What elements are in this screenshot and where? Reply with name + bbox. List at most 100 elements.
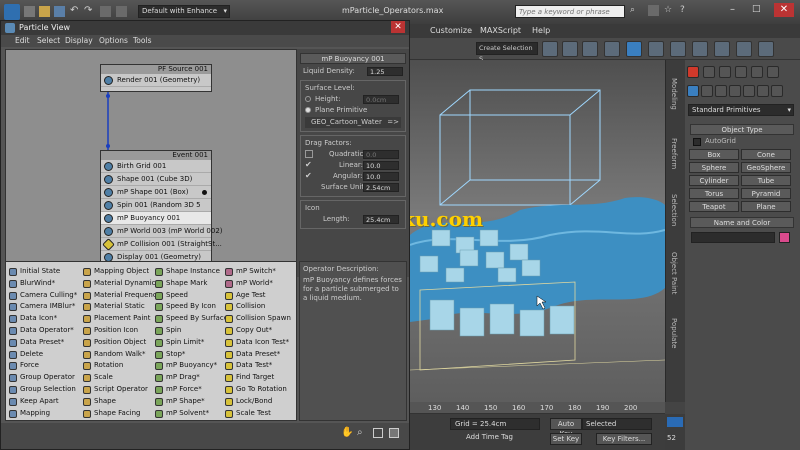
depot-item[interactable]: Go To Rotation — [224, 384, 291, 396]
menu-customize[interactable]: Customize — [430, 26, 472, 35]
pyramid-button[interactable]: Pyramid — [741, 188, 791, 199]
space-warps-icon[interactable] — [757, 85, 769, 97]
depot-item[interactable]: Collision Spawn — [224, 313, 291, 325]
pan-hand-icon[interactable]: ✋ — [341, 427, 353, 438]
redo-icon[interactable]: ↷ — [84, 5, 92, 16]
event-001-node[interactable]: Event 001 Birth Grid 001 Shape 001 (Cube… — [100, 150, 223, 278]
torus-button[interactable]: Torus — [689, 188, 739, 199]
event-graph[interactable]: PF Source 001 Render 001 (Geometry) Even… — [5, 49, 297, 278]
help-icon[interactable]: ? — [680, 5, 685, 15]
ribbon-tab-populate[interactable]: Populate — [670, 318, 678, 348]
depot-item[interactable]: Speed By Surface — [154, 313, 228, 325]
pv-menu-select[interactable]: Select — [37, 36, 60, 45]
teapot-button[interactable]: Teapot — [689, 201, 739, 212]
undo-icon[interactable]: ↶ — [70, 5, 78, 16]
close-icon[interactable]: ✕ — [391, 21, 405, 33]
menu-help[interactable]: Help — [532, 26, 550, 35]
geometry-icon[interactable] — [687, 85, 699, 97]
create-tab-icon[interactable] — [687, 66, 699, 78]
event-operator-selected[interactable]: mP Buoyancy 001 — [101, 212, 211, 225]
depot-item[interactable]: mP World* — [224, 278, 291, 290]
set-key-button[interactable]: Set Key — [550, 433, 582, 445]
workspace-dropdown[interactable]: Default with Enhance ▾ — [138, 5, 230, 18]
cone-button[interactable]: Cone — [741, 149, 791, 160]
menu-maxscript[interactable]: MAXScript — [480, 26, 521, 35]
schematic-view-icon[interactable] — [648, 41, 664, 57]
modify-tab-icon[interactable] — [703, 66, 715, 78]
zoom-extents-icon[interactable] — [389, 428, 399, 438]
event-operator[interactable]: Render 001 (Geometry) — [101, 74, 211, 87]
depot-item[interactable]: Speed — [154, 290, 228, 302]
depot-item[interactable]: Shape Facing — [82, 408, 161, 420]
angular-spinner[interactable]: 10.0 — [363, 172, 399, 181]
depot-item[interactable]: Delete — [8, 349, 77, 361]
pv-menu-tools[interactable]: Tools — [133, 36, 151, 45]
depot-item[interactable]: Rotation — [82, 360, 161, 372]
depot-item[interactable]: mP Solvent* — [154, 408, 228, 420]
current-frame[interactable]: 52 — [667, 434, 676, 442]
tube-button[interactable]: Tube — [741, 175, 791, 186]
zoom-icon[interactable]: ⌕ — [357, 427, 363, 438]
depot-item[interactable]: mP Switch* — [224, 266, 291, 278]
depot-item[interactable]: Material Dynamic — [82, 278, 161, 290]
layer-manager-icon[interactable] — [582, 41, 598, 57]
height-spinner[interactable]: 0.0cm — [363, 95, 399, 104]
utilities-tab-icon[interactable] — [767, 66, 779, 78]
depot-item[interactable]: Mapping Object — [82, 266, 161, 278]
depot-item[interactable]: mP Buoyancy* — [154, 360, 228, 372]
depot-item[interactable]: Shape Instance — [154, 266, 228, 278]
depot-item[interactable]: Copy Out* — [224, 325, 291, 337]
render-iterative-icon[interactable] — [758, 41, 774, 57]
depot-item[interactable]: BlurWind* — [8, 278, 77, 290]
depot-item[interactable]: Find Target — [224, 372, 291, 384]
depot-item[interactable]: Placement Paint — [82, 313, 161, 325]
linear-checkbox[interactable]: ✔ — [305, 159, 312, 170]
save-file-icon[interactable] — [54, 6, 65, 17]
depot-item[interactable]: Camera IMBlur* — [8, 301, 77, 313]
zoom-region-icon[interactable] — [373, 428, 383, 438]
search-icon[interactable]: ⌕ — [630, 5, 635, 15]
ribbon-tab-modeling[interactable]: Modeling — [670, 78, 678, 110]
box-button[interactable]: Box — [689, 149, 739, 160]
selection-set-dropdown[interactable]: Create Selection S — [476, 42, 538, 63]
name-color-header[interactable]: Name and Color — [690, 217, 794, 228]
depot-item[interactable]: Scale — [82, 372, 161, 384]
sphere-button[interactable]: Sphere — [689, 162, 739, 173]
angular-checkbox[interactable]: ✔ — [305, 170, 312, 181]
object-color-swatch[interactable] — [779, 232, 790, 243]
depot-item[interactable]: Data Icon Test* — [224, 337, 291, 349]
height-radio[interactable] — [305, 96, 311, 102]
plane-button[interactable]: Plane — [741, 201, 791, 212]
depot-item[interactable]: Data Preset* — [8, 337, 77, 349]
depot-item[interactable]: Scale Test — [224, 408, 291, 420]
display-tab-icon[interactable] — [751, 66, 763, 78]
event-operator[interactable]: mP Shape 001 (Box) — [101, 186, 211, 199]
depot-item[interactable]: Data Icon* — [8, 313, 77, 325]
shapes-icon[interactable] — [701, 85, 713, 97]
depot-item[interactable]: Script Operator — [82, 384, 161, 396]
depot-item[interactable]: mP Force* — [154, 384, 228, 396]
depot-item[interactable]: Group Operator — [8, 372, 77, 384]
depot-item[interactable]: Group Selection — [8, 384, 77, 396]
lights-icon[interactable] — [715, 85, 727, 97]
depot-item[interactable]: Position Object — [82, 337, 161, 349]
object-name-input[interactable] — [691, 232, 775, 243]
particle-view-title-bar[interactable]: Particle View ✕ — [1, 21, 409, 35]
depot-item[interactable]: Material Static — [82, 301, 161, 313]
autogrid-checkbox[interactable] — [693, 138, 701, 146]
pf-source-node[interactable]: PF Source 001 Render 001 (Geometry) — [100, 64, 212, 92]
primitives-dropdown[interactable]: Standard Primitives ▾ — [688, 104, 794, 116]
material-editor-icon[interactable] — [670, 41, 686, 57]
event-operator[interactable]: Birth Grid 001 — [101, 160, 211, 173]
systems-icon[interactable] — [771, 85, 783, 97]
minimize-icon[interactable]: – — [730, 4, 735, 15]
subscription-icon[interactable] — [648, 5, 659, 16]
depot-item[interactable]: Lock/Bond — [224, 396, 291, 408]
depot-item[interactable]: Force — [8, 360, 77, 372]
depot-item[interactable]: Camera Culling* — [8, 290, 77, 302]
depot-item[interactable]: Data Test* — [224, 360, 291, 372]
depot-item[interactable]: mP Shape* — [154, 396, 228, 408]
add-time-tag-button[interactable]: Add Time Tag — [466, 433, 513, 441]
cameras-icon[interactable] — [729, 85, 741, 97]
depot-item[interactable]: Speed By Icon — [154, 301, 228, 313]
